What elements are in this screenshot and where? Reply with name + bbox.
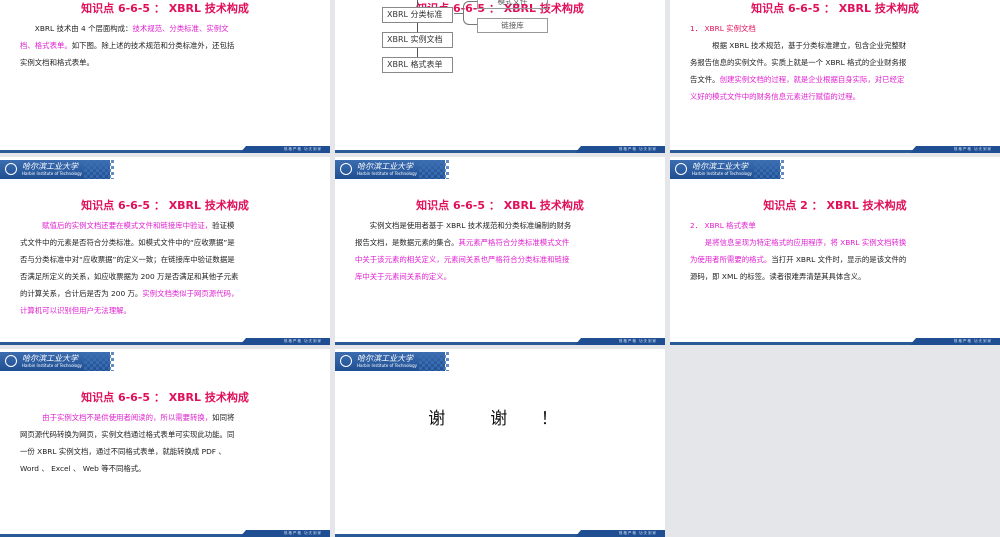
university-name-en: Harbin Institute of Technology [22,363,82,368]
paragraph: 实例文档是使用者基于 XBRL 技术规范和分类标准编制的财务报告文档，是数据元素… [355,217,575,285]
brace-icon [463,1,477,25]
slide-body: 2． XBRL 格式表单 是将信息呈现为特定格式的应用程序，将 XBRL 实例文… [690,217,910,285]
text-segment: 如同将网页源代码转换为网页，实例文档通过格式表单可实现此功能。同一份 XBRL … [20,413,235,473]
footer-motto: 规格严格 功夫到家 [240,338,330,345]
footer-motto: 规格严格 功夫到家 [910,338,1000,345]
footer-motto: 规格严格 功夫到家 [910,146,1000,153]
arrow-down-icon [417,23,418,32]
paragraph: 由于实例文档不是供使用者阅读的，所以需要转换，如同将网页源代码转换为网页，实例文… [20,409,240,477]
paragraph: XBRL 技术由 4 个层面构成：技术规范、分类标准、实例文档、格式表单。如下图… [20,20,240,71]
paragraph: 根据 XBRL 技术规范，基于分类标准建立，包含企业完整财务报告信息的实例文件。… [690,37,910,105]
footer-motto: 规格严格 功夫到家 [575,530,665,537]
university-seal-icon [340,355,352,367]
slide-footer: 规格严格 功夫到家 [335,146,665,153]
university-name-en: Harbin Institute of Technology [22,171,82,176]
slide-title: 知识点 6-6-5 ： XBRL 技术构成 [81,199,249,212]
slide-footer: 规格严格 功夫到家 [0,338,330,345]
slide-thumbnail[interactable]: 哈尔滨工业大学Harbin Institute of Technology规格严… [335,349,665,537]
thanks-text: 谢 谢 ！ [428,409,572,429]
highlighted-text: 赋值后的实例文档还要在模式文件和链接库中验证， [20,221,213,230]
slide-title: 知识点 6-6-5 ： XBRL 技术构成 [751,2,919,15]
slide-body: 由于实例文档不是供使用者阅读的，所以需要转换，如同将网页源代码转换为网页，实例文… [20,409,240,477]
university-name-en: Harbin Institute of Technology [357,171,417,176]
checker-pattern-icon [84,352,114,371]
diagram-branch-box: 链接库 [477,18,548,33]
highlighted-text: 由于实例文档不是供使用者阅读的，所以需要转换， [20,413,213,422]
slide-thumbnail[interactable]: 哈尔滨工业大学Harbin Institute of Technology规格严… [670,157,1000,345]
slide-footer: 规格严格 功夫到家 [0,146,330,153]
university-seal-icon [5,355,17,367]
footer-motto: 规格严格 功夫到家 [240,530,330,537]
slide-footer: 规格严格 功夫到家 [670,338,1000,345]
text-segment: XBRL 技术由 4 个层面构成： [20,24,133,33]
slide-thumbnail[interactable]: 哈尔滨工业大学Harbin Institute of Technology规格严… [335,157,665,345]
checker-pattern-icon [419,352,449,371]
highlighted-text: 创建实例文档的过程，就是企业根据自身实际，对已经定义好的模式文件中的财务信息元素… [690,75,905,101]
slide-title: 知识点 6-6-5 ： XBRL 技术构成 [416,199,584,212]
highlighted-text: 2． XBRL 格式表单 [690,221,756,230]
checker-pattern-icon [84,160,114,179]
university-name-en: Harbin Institute of Technology [692,171,752,176]
empty-slot [670,349,1000,537]
slide-title: 知识点 6-6-5 ： XBRL 技术构成 [81,391,249,404]
slide-footer: 规格严格 功夫到家 [335,338,665,345]
diagram-box: XBRL 格式表单 [382,57,453,73]
footer-motto: 规格严格 功夫到家 [240,146,330,153]
slide-body: 赋值后的实例文档还要在模式文件和链接库中验证，验证模式文件中的元素是否符合分类标… [20,217,240,319]
university-seal-icon [340,163,352,175]
footer-motto: 规格严格 功夫到家 [575,146,665,153]
slide-body: 1． XBRL 实例文档 根据 XBRL 技术规范，基于分类标准建立，包含企业完… [690,20,910,105]
paragraph: 是将信息呈现为特定格式的应用程序，将 XBRL 实例文档转换为使用者所需要的格式… [690,234,910,285]
slide-thumbnail[interactable]: 哈尔滨工业大学Harbin Institute of Technology规格严… [0,349,330,537]
university-name-en: Harbin Institute of Technology [357,363,417,368]
slide-title: 知识点 2 ： XBRL 技术构成 [763,199,907,212]
university-seal-icon [675,163,687,175]
diagram-box: XBRL 分类标准 [382,7,453,23]
diagram-branch-box: 模式文件 [477,0,548,9]
slide-footer: 规格严格 功夫到家 [670,146,1000,153]
slide-thumbnail[interactable]: 哈尔滨工业大学Harbin Institute of Technology规格严… [0,157,330,345]
footer-motto: 规格严格 功夫到家 [575,338,665,345]
text-segment: 1． XBRL 实例文档 [690,24,756,33]
text-segment: 验证模式文件中的元素是否符合分类标准。如模式文件中的“应收票据”是否与分类标准中… [20,221,239,298]
paragraph: 赋值后的实例文档还要在模式文件和链接库中验证，验证模式文件中的元素是否符合分类标… [20,217,240,319]
slide-body: XBRL 技术由 4 个层面构成：技术规范、分类标准、实例文档、格式表单。如下图… [20,20,240,71]
slide-thumbnail[interactable]: 哈尔滨工业大学Harbin Institute of Technology规格严… [670,0,1000,153]
connector-line [454,13,463,14]
slide-footer: 规格严格 功夫到家 [335,530,665,537]
paragraph: 2． XBRL 格式表单 [690,217,910,234]
slide-thumbnail[interactable]: 哈尔滨工业大学Harbin Institute of Technology规格严… [335,0,665,153]
slide-body: 实例文档是使用者基于 XBRL 技术规范和分类标准编制的财务报告文档，是数据元素… [355,217,575,285]
checker-pattern-icon [754,160,784,179]
slide-thumbnail[interactable]: 哈尔滨工业大学Harbin Institute of Technology规格严… [0,0,330,153]
diagram-box: XBRL 实例文档 [382,32,453,48]
arrow-down-icon [417,0,418,7]
arrow-down-icon [417,48,418,57]
checker-pattern-icon [419,160,449,179]
slide-footer: 规格严格 功夫到家 [0,530,330,537]
paragraph: 1． XBRL 实例文档 [690,20,910,37]
university-seal-icon [5,163,17,175]
slide-title: 知识点 6-6-5 ： XBRL 技术构成 [81,2,249,15]
